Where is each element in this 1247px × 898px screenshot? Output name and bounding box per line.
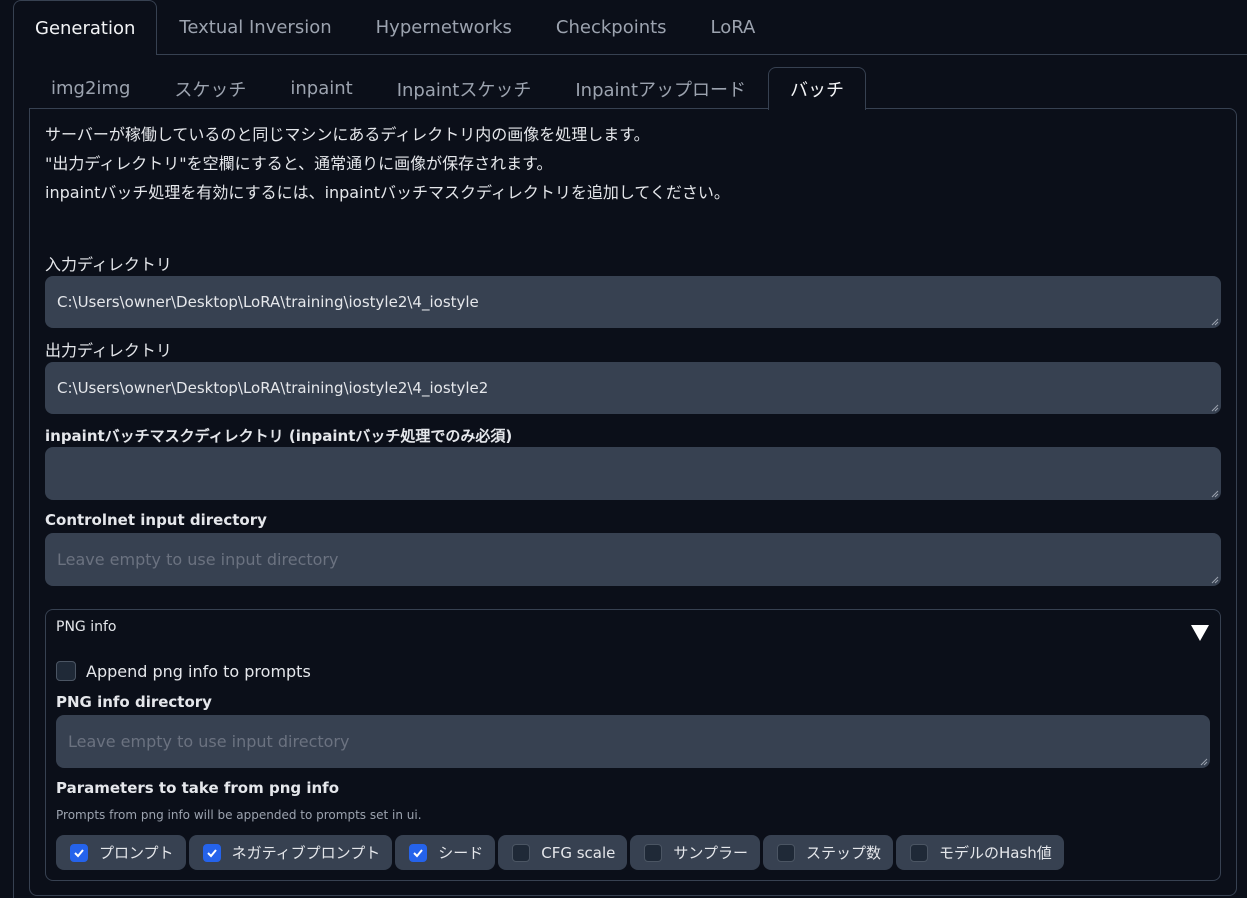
description-line: inpaintバッチ処理を有効にするには、inpaintバッチマスクディレクトリ… [45,183,730,202]
description-line: サーバーが稼働しているのと同じマシンにあるディレクトリ内の画像を処理します。 [45,125,650,144]
tab-checkpoints[interactable]: Checkpoints [534,0,689,54]
tab-textual-inversion[interactable]: Textual Inversion [157,0,353,54]
param-prompt-label: プロンプト [99,844,174,862]
description-line: "出力ディレクトリ"を空欄にすると、通常通りに画像が保存されます。 [45,154,553,173]
mask-dir-field[interactable] [45,447,1221,500]
mask-dir-label: inpaintバッチマスクディレクトリ (inpaintバッチ処理でのみ必須) [45,427,513,445]
output-dir-field[interactable]: C:\Users\owner\Desktop\LoRA\training\ios… [45,362,1221,414]
append-png-info-option[interactable]: Append png info to prompts [56,661,311,681]
output-dir-value: C:\Users\owner\Desktop\LoRA\training\ios… [57,379,489,397]
resize-grip-icon[interactable] [1200,758,1208,766]
resize-grip-icon[interactable] [1211,404,1219,412]
param-prompt-option[interactable]: プロンプト [56,835,186,870]
param-model-hash-option[interactable]: モデルのHash値 [895,835,1064,870]
top-tab-bar: Generation Textual Inversion Hypernetwor… [13,0,1247,55]
param-steps-label: ステップ数 [805,844,881,862]
param-steps-option[interactable]: ステップ数 [762,835,893,870]
tab-inpaint-upload[interactable]: Inpaintアップロード [553,67,768,109]
param-cfg-scale-checkbox[interactable] [512,843,531,862]
png-info-dir-field[interactable]: Leave empty to use input directory [56,715,1210,768]
params-checkbox-group: プロンプト ネガティブプロンプト シード CFG scale サンプラー ステッ… [56,835,1064,870]
param-model-hash-label: モデルのHash値 [938,844,1052,862]
check-icon [74,848,84,857]
png-info-title[interactable]: PNG info [56,619,116,635]
param-prompt-checkbox[interactable] [70,843,88,862]
params-hint: Prompts from png info will be appended t… [56,808,422,822]
param-sampler-option[interactable]: サンプラー [630,835,760,870]
param-steps-checkbox[interactable] [776,843,795,862]
collapse-triangle-icon[interactable] [1190,624,1210,642]
controlnet-dir-placeholder: Leave empty to use input directory [57,550,339,569]
tab-batch[interactable]: バッチ [768,67,866,110]
batch-description: サーバーが稼働しているのと同じマシンにあるディレクトリ内の画像を処理します。 "… [45,120,730,207]
controlnet-dir-label: Controlnet input directory [45,511,267,529]
tab-hypernetworks[interactable]: Hypernetworks [354,0,534,54]
resize-grip-icon[interactable] [1211,490,1219,498]
png-info-dir-placeholder: Leave empty to use input directory [68,732,350,751]
sub-tab-bar: img2img スケッチ inpaint Inpaintスケッチ Inpaint… [29,67,1237,110]
param-seed-checkbox[interactable] [409,843,428,862]
tab-generation[interactable]: Generation [13,0,158,55]
param-negative-prompt-option[interactable]: ネガティブプロンプト [188,835,393,870]
append-png-info-checkbox[interactable] [56,661,76,681]
png-info-dir-label: PNG info directory [56,693,212,711]
input-dir-field[interactable]: C:\Users\owner\Desktop\LoRA\training\ios… [45,276,1221,328]
param-cfg-scale-option[interactable]: CFG scale [498,835,628,870]
tab-inpaint[interactable]: inpaint [268,67,374,109]
param-seed-label: シード [438,844,484,862]
output-dir-label: 出力ディレクトリ [45,341,172,360]
params-label: Parameters to take from png info [56,779,339,797]
param-sampler-checkbox[interactable] [644,843,663,862]
resize-grip-icon[interactable] [1211,318,1219,326]
tab-lora[interactable]: LoRA [689,0,778,54]
check-icon [413,848,423,857]
check-icon [206,848,217,857]
resize-grip-icon[interactable] [1211,576,1219,584]
append-png-info-label: Append png info to prompts [86,661,311,681]
input-dir-label: 入力ディレクトリ [45,255,172,274]
param-model-hash-checkbox[interactable] [909,843,928,862]
tab-inpaint-sketch[interactable]: Inpaintスケッチ [375,67,554,109]
param-negative-prompt-label: ネガティブプロンプト [231,844,381,862]
param-seed-option[interactable]: シード [395,835,496,870]
controlnet-dir-field[interactable]: Leave empty to use input directory [45,533,1221,586]
param-negative-prompt-checkbox[interactable] [202,843,221,862]
param-cfg-scale-label: CFG scale [541,843,616,862]
tab-img2img[interactable]: img2img [29,67,152,109]
input-dir-value: C:\Users\owner\Desktop\LoRA\training\ios… [57,293,479,311]
tab-sketch[interactable]: スケッチ [152,67,268,109]
param-sampler-label: サンプラー [673,844,748,862]
